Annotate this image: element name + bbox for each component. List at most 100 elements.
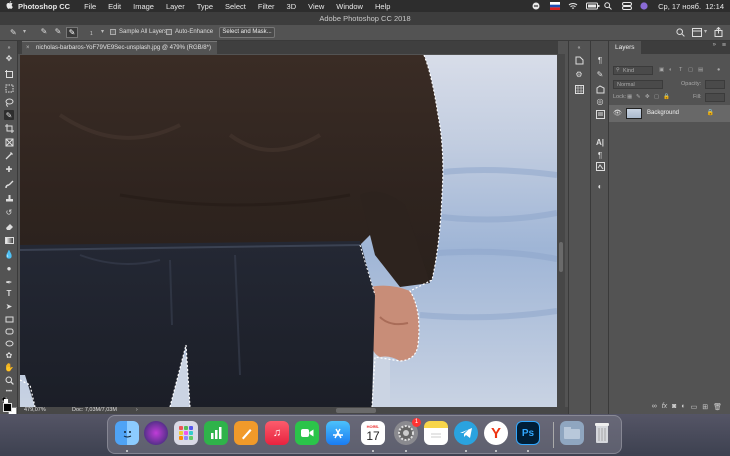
panel-menu-icon[interactable]: « — [574, 43, 584, 53]
history-panel-icon[interactable] — [574, 55, 584, 65]
marquee-tool-icon[interactable] — [4, 83, 14, 93]
wifi-icon[interactable] — [568, 2, 578, 10]
notes-icon[interactable] — [424, 421, 448, 445]
menu-3d[interactable]: 3D — [287, 2, 297, 11]
fill-field[interactable] — [705, 93, 725, 102]
new-layer-icon[interactable]: ⊞ — [702, 403, 708, 414]
blend-mode-dropdown[interactable]: Normal — [613, 80, 663, 89]
rectangle-tool-icon[interactable] — [4, 314, 14, 324]
status-menu-chevron-icon[interactable]: › — [136, 407, 138, 414]
menu-layer[interactable]: Layer — [166, 2, 185, 11]
brushes-panel-icon[interactable]: ✎ — [595, 69, 605, 79]
type-tool-icon[interactable]: T — [4, 288, 14, 298]
new-selection-icon[interactable]: ✎ — [38, 27, 50, 38]
link-layers-icon[interactable]: ∞ — [652, 403, 657, 414]
tab-layers[interactable]: Layers — [609, 41, 641, 54]
history-brush-tool-icon[interactable]: ↺ — [4, 207, 14, 217]
document-tab[interactable]: × nicholas-barbaros-YoF79VE9Sec-unsplash… — [22, 41, 217, 54]
layer-style-icon[interactable]: fx — [662, 403, 667, 414]
close-tab-icon[interactable]: × — [26, 42, 30, 55]
app-menu[interactable]: Photoshop CC — [18, 2, 70, 11]
filter-shape-icon[interactable]: ▢ — [688, 67, 693, 73]
lock-position-icon[interactable]: ✥ — [645, 94, 650, 100]
photo[interactable] — [20, 55, 557, 407]
launchpad-icon[interactable] — [174, 421, 198, 445]
foreground-color-swatch[interactable] — [3, 403, 12, 412]
menu-help[interactable]: Help — [375, 2, 390, 11]
vertical-scrollbar[interactable] — [557, 54, 565, 407]
actions-panel-icon[interactable]: ⚙ — [574, 69, 584, 79]
hand-tool-icon[interactable]: ✋ — [4, 362, 14, 372]
character-panel-icon[interactable]: A| — [595, 137, 605, 147]
brush-size-picker[interactable]: 1 — [90, 31, 93, 37]
select-and-mask-button[interactable]: Select and Mask... — [219, 27, 275, 38]
vertical-scroll-thumb[interactable] — [559, 242, 563, 272]
menu-select[interactable]: Select — [225, 2, 246, 11]
document-canvas[interactable] — [20, 55, 557, 407]
path-selection-tool-icon[interactable]: ➤ — [4, 301, 14, 311]
brush-tool-icon[interactable] — [4, 179, 14, 189]
menu-file[interactable]: File — [84, 2, 96, 11]
vpn-icon[interactable] — [532, 2, 542, 10]
gradient-tool-icon[interactable] — [4, 235, 14, 245]
delete-layer-icon[interactable]: 🗑 — [713, 403, 722, 414]
workspace-switcher-icon[interactable] — [692, 28, 702, 39]
siri-icon[interactable] — [144, 421, 168, 445]
frame-tool-icon[interactable] — [4, 137, 14, 147]
layer-lock-icon[interactable]: 🔒 — [707, 109, 714, 116]
blur-tool-icon[interactable]: 💧 — [4, 249, 14, 259]
preset-dropdown-chevron-icon[interactable]: ▾ — [23, 28, 26, 35]
filter-smart-object-icon[interactable]: ▤ — [698, 67, 703, 73]
menu-filter[interactable]: Filter — [258, 2, 275, 11]
workspace-chevron-icon[interactable]: ▾ — [704, 28, 707, 35]
facetime-icon[interactable] — [295, 421, 319, 445]
crop-tool-icon[interactable] — [4, 123, 14, 133]
menu-image[interactable]: Image — [133, 2, 154, 11]
rounded-rectangle-tool-icon[interactable] — [4, 326, 14, 336]
menu-type[interactable]: Type — [197, 2, 213, 11]
eraser-tool-icon[interactable] — [4, 221, 14, 231]
lock-artboard-icon[interactable]: ▢ — [654, 94, 659, 100]
app-store-icon[interactable] — [326, 421, 350, 445]
filter-type-icon[interactable]: T — [679, 67, 682, 73]
clone-stamp-tool-icon[interactable] — [4, 193, 14, 203]
calendar-icon[interactable]: НОЯБ. 17 — [361, 421, 385, 445]
horizontal-scroll-thumb[interactable] — [336, 408, 376, 413]
custom-shape-tool-icon[interactable]: ✿ — [4, 350, 14, 360]
filter-pixel-icon[interactable]: ▣ — [659, 67, 664, 73]
adjustments-panel-icon[interactable] — [595, 84, 605, 94]
auto-enhance-checkbox[interactable] — [166, 29, 172, 35]
pen-tool-icon[interactable]: ✒ — [4, 277, 14, 287]
flag-icon[interactable] — [550, 2, 561, 10]
opacity-field[interactable] — [705, 80, 725, 89]
apple-menu-icon[interactable] — [0, 1, 18, 11]
swatches-panel-icon[interactable] — [574, 84, 584, 94]
trash-icon[interactable] — [590, 421, 614, 445]
menu-view[interactable]: View — [308, 2, 324, 11]
lasso-tool-icon[interactable] — [4, 97, 14, 107]
system-preferences-icon[interactable]: 1 — [394, 418, 421, 445]
lock-image-pixels-icon[interactable]: ✎ — [636, 94, 641, 100]
photoshop-icon[interactable]: Ps — [516, 421, 540, 445]
yandex-browser-icon[interactable]: Y — [484, 421, 508, 445]
lock-all-icon[interactable]: 🔒 — [663, 94, 670, 100]
downloads-folder-icon[interactable] — [560, 421, 584, 445]
clock[interactable]: Ср, 17 нояб. 12:14 — [658, 2, 724, 11]
quick-selection-tool-icon[interactable]: ✎ — [4, 110, 14, 120]
panel-collapse-icon[interactable]: » — [4, 43, 14, 53]
panel-menu-icon[interactable]: ≡ — [722, 42, 726, 49]
filter-toggle-icon[interactable]: ● — [717, 67, 720, 73]
panel-close-icon[interactable]: » — [713, 42, 716, 48]
properties-panel-icon[interactable] — [595, 161, 605, 171]
channels-panel-icon[interactable]: ◎ — [595, 96, 605, 106]
glyphs-panel-icon[interactable]: ¶ — [595, 150, 605, 160]
pages-icon[interactable] — [234, 421, 258, 445]
libraries-panel-icon[interactable] — [595, 109, 605, 119]
ellipse-tool-icon[interactable] — [4, 338, 14, 348]
dodge-tool-icon[interactable]: ● — [4, 263, 14, 273]
eyedropper-tool-icon[interactable] — [4, 150, 14, 160]
layer-visibility-eye-icon[interactable]: 👁 — [613, 109, 622, 117]
finder-icon[interactable] — [115, 421, 139, 445]
music-icon[interactable]: ♫ — [265, 421, 289, 445]
quick-selection-tool-preset-icon[interactable]: ✎ — [10, 28, 22, 38]
